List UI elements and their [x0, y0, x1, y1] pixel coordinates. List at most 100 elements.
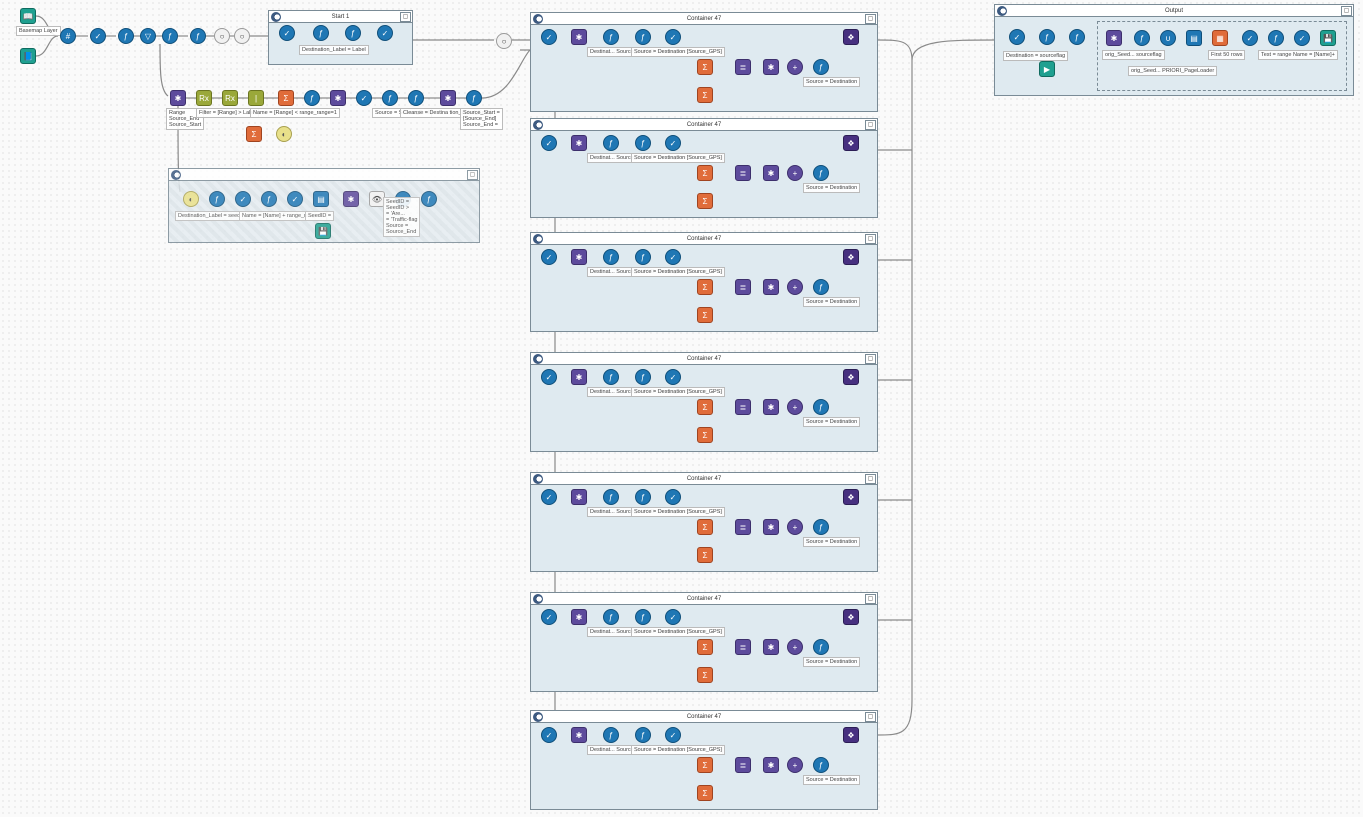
formula-tool[interactable]: ƒ [304, 90, 320, 106]
output-data-tool[interactable]: 💾 [315, 223, 331, 239]
select-tool[interactable]: ✓ [90, 28, 106, 44]
formula-tool[interactable]: ƒ [635, 727, 651, 743]
detour-tool[interactable]: ◐ [276, 126, 292, 142]
select-tool[interactable]: ✓ [1009, 29, 1025, 45]
summarize-tool[interactable]: Σ [697, 193, 713, 209]
container-toggle-icon[interactable]: ▢ [865, 120, 876, 130]
multi-field-tool[interactable]: ✱ [343, 191, 359, 207]
formula-tool[interactable]: ƒ [635, 29, 651, 45]
formula-tool[interactable]: ƒ [345, 25, 361, 41]
multi-row-formula-tool[interactable]: ≣ [735, 399, 751, 415]
container-collapse-icon[interactable] [997, 6, 1007, 16]
summarize-tool[interactable]: Σ [697, 87, 713, 103]
select-tool[interactable]: ✓ [1294, 30, 1310, 46]
formula-tool[interactable]: ƒ [813, 757, 829, 773]
summarize-tool[interactable]: Σ [246, 126, 262, 142]
formula-tool[interactable]: ƒ [466, 90, 482, 106]
container-toggle-icon[interactable]: ▢ [865, 234, 876, 244]
formula-tool[interactable]: ƒ [635, 609, 651, 625]
multi-field-tool[interactable]: ✱ [763, 757, 779, 773]
formula-tool[interactable]: ƒ [813, 59, 829, 75]
summarize-tool[interactable]: Σ [697, 785, 713, 801]
formula-tool[interactable]: ƒ [118, 28, 134, 44]
formula-tool[interactable]: ƒ [313, 25, 329, 41]
container-titlebar[interactable]: Container 47▢ [531, 119, 877, 131]
formula-tool[interactable]: ƒ [209, 191, 225, 207]
formula-tool[interactable]: ƒ [813, 639, 829, 655]
select-tool[interactable]: ✓ [541, 249, 557, 265]
multi-field-tool[interactable]: ✱ [571, 369, 587, 385]
dynamic-rename-tool[interactable]: ❖ [843, 249, 859, 265]
multi-field-tool[interactable]: ✱ [170, 90, 186, 106]
container-47-1[interactable]: Container 47▢✓✱ƒƒ✓❖Σ≣✱+ƒΣDestinat... Sou… [530, 12, 878, 112]
dynamic-rename-tool[interactable]: ❖ [843, 609, 859, 625]
formula-tool[interactable]: ƒ [603, 29, 619, 45]
formula-tool[interactable]: ƒ [1268, 30, 1284, 46]
select-tool[interactable]: ✓ [287, 191, 303, 207]
formula-tool[interactable]: ƒ [1069, 29, 1085, 45]
summarize-tool[interactable]: Σ [697, 59, 713, 75]
multi-row-formula-tool[interactable]: ≣ [735, 59, 751, 75]
select-tool[interactable]: ✓ [541, 609, 557, 625]
append-fields-tool[interactable]: + [787, 399, 803, 415]
select-tool[interactable]: ✓ [541, 135, 557, 151]
multi-field-tool[interactable]: ✱ [571, 29, 587, 45]
formula-tool[interactable]: ƒ [190, 28, 206, 44]
append-fields-tool[interactable]: + [787, 639, 803, 655]
input-data-tool[interactable]: 📖 [20, 8, 36, 24]
container-titlebar[interactable]: Container 47▢ [531, 353, 877, 365]
formula-tool[interactable]: ƒ [635, 369, 651, 385]
select-tool[interactable]: ✓ [541, 727, 557, 743]
multi-field-tool[interactable]: ✱ [763, 399, 779, 415]
select-tool[interactable]: ✓ [356, 90, 372, 106]
container-collapse-icon[interactable] [533, 474, 543, 484]
macro-output-tool[interactable]: ▶ [1039, 61, 1055, 77]
summarize-tool[interactable]: Σ [697, 279, 713, 295]
regex-tool[interactable]: Rx [222, 90, 238, 106]
multi-field-tool[interactable]: ✱ [763, 519, 779, 535]
container-titlebar[interactable]: Output ▢ [995, 5, 1353, 17]
container-titlebar[interactable]: ▢ [169, 169, 479, 181]
formula-tool[interactable]: ƒ [813, 519, 829, 535]
select-tool[interactable]: ✓ [665, 609, 681, 625]
multi-field-tool[interactable]: ✱ [571, 249, 587, 265]
append-fields-tool[interactable]: + [787, 165, 803, 181]
container-47-3[interactable]: Container 47▢✓✱ƒƒ✓❖Σ≣✱+ƒΣDestinat... Sou… [530, 232, 878, 332]
regex-tool[interactable]: Rx [196, 90, 212, 106]
formula-tool[interactable]: ƒ [635, 489, 651, 505]
summarize-tool[interactable]: Σ [697, 519, 713, 535]
formula-tool[interactable]: ƒ [408, 90, 424, 106]
select-tool[interactable]: ✓ [541, 489, 557, 505]
container-collapse-icon[interactable] [171, 170, 181, 180]
summarize-tool[interactable]: Σ [697, 639, 713, 655]
container-47-6[interactable]: Container 47▢✓✱ƒƒ✓❖Σ≣✱+ƒΣDestinat... Sou… [530, 592, 878, 692]
summarize-tool[interactable]: Σ [697, 547, 713, 563]
container-output[interactable]: Output ▢ ✓ƒƒ▶ Destination = sourceflag ✱… [994, 4, 1354, 96]
formula-tool[interactable]: ƒ [813, 399, 829, 415]
multi-row-formula-tool[interactable]: ≣ [735, 165, 751, 181]
container-control-tool[interactable]: ○ [234, 28, 250, 44]
formula-tool[interactable]: ƒ [603, 489, 619, 505]
container-47-4[interactable]: Container 47▢✓✱ƒƒ✓❖Σ≣✱+ƒΣDestinat... Sou… [530, 352, 878, 452]
formula-tool[interactable]: ƒ [382, 90, 398, 106]
select-tool[interactable]: ✓ [665, 135, 681, 151]
append-fields-tool[interactable]: + [787, 757, 803, 773]
filter-tool[interactable]: ▽ [140, 28, 156, 44]
formula-tool[interactable]: ƒ [603, 249, 619, 265]
multi-field-tool[interactable]: ✱ [763, 59, 779, 75]
multi-field-tool[interactable]: ✱ [571, 135, 587, 151]
formula-tool[interactable]: ƒ [635, 249, 651, 265]
dynamic-rename-tool[interactable]: ❖ [843, 29, 859, 45]
container-titlebar[interactable]: Container 47▢ [531, 233, 877, 245]
multi-field-tool[interactable]: ✱ [763, 639, 779, 655]
multi-field-tool[interactable]: ✱ [571, 727, 587, 743]
formula-tool[interactable]: ƒ [603, 609, 619, 625]
container-toggle-icon[interactable]: ▢ [865, 712, 876, 722]
container-titlebar[interactable]: Container 47▢ [531, 711, 877, 723]
container-collapse-icon[interactable] [533, 14, 543, 24]
select-tool[interactable]: ✓ [541, 29, 557, 45]
dynamic-rename-tool[interactable]: ❖ [843, 489, 859, 505]
formula-tool[interactable]: ƒ [603, 727, 619, 743]
summarize-tool[interactable]: Σ [697, 165, 713, 181]
append-fields-tool[interactable]: + [787, 519, 803, 535]
